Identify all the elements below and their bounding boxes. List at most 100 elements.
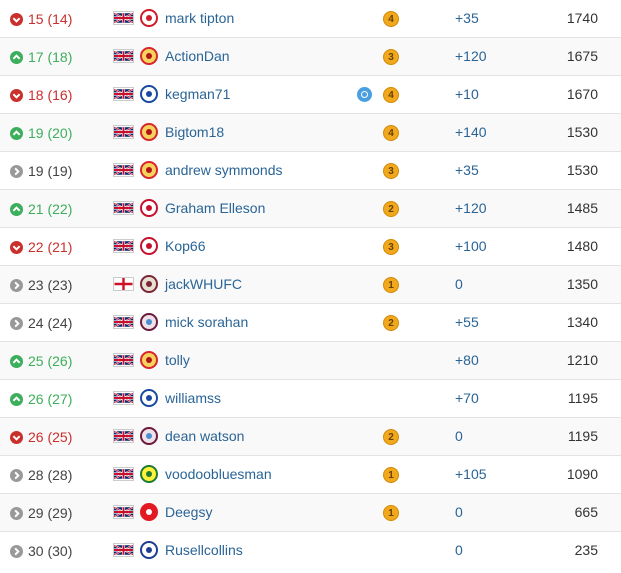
position-text: 17 (18) xyxy=(28,49,73,65)
uk-flag-icon xyxy=(113,353,134,367)
total-points: 1090 xyxy=(566,466,598,482)
total-points: 1480 xyxy=(566,238,598,254)
position-text: 26 (27) xyxy=(28,391,73,407)
player-name-link[interactable]: Kop66 xyxy=(165,238,205,254)
gameweek-points-link[interactable]: +105 xyxy=(455,466,487,482)
table-row: 21 (22) Graham Elleson 2 +120 1485 xyxy=(0,189,621,227)
player-name-link[interactable]: mick sorahan xyxy=(165,314,248,330)
position-text: 28 (28) xyxy=(28,467,73,483)
total-points: 1530 xyxy=(566,162,598,178)
position-text: 21 (22) xyxy=(28,201,73,217)
position-movement: 21 (22) xyxy=(10,201,72,217)
table-row: 29 (29) Deegsy 1 0 665 xyxy=(0,493,621,531)
uk-flag-icon xyxy=(113,391,134,405)
uk-flag-icon xyxy=(113,429,134,443)
gameweek-points-link[interactable]: +80 xyxy=(455,352,479,368)
gameweek-points-link[interactable]: +120 xyxy=(455,48,487,64)
player-name-link[interactable]: mark tipton xyxy=(165,10,234,26)
gameweek-points-link[interactable]: +100 xyxy=(455,238,487,254)
player-name-link[interactable]: williamss xyxy=(165,390,221,406)
total-points: 1195 xyxy=(567,390,598,406)
gameweek-points-link[interactable]: 0 xyxy=(455,428,463,444)
total-points: 1210 xyxy=(566,352,598,368)
gameweek-points-link[interactable]: 0 xyxy=(455,504,463,520)
position-movement: 18 (16) xyxy=(10,87,72,103)
total-points: 1485 xyxy=(566,200,598,216)
aston-villa-crest-icon xyxy=(140,313,158,331)
arrow-right-icon xyxy=(10,278,23,292)
man-utd-crest-icon xyxy=(140,47,158,65)
table-row: 23 (23) jackWHUFC 1 0 1350 xyxy=(0,265,621,303)
man-utd-crest-icon xyxy=(140,123,158,141)
table-row: 28 (28) voodoobluesman 1 +105 1090 xyxy=(0,455,621,493)
position-movement: 28 (28) xyxy=(10,467,72,483)
gameweek-points-link[interactable]: +120 xyxy=(455,200,487,216)
position-text: 25 (26) xyxy=(28,353,73,369)
table-row: 25 (26) tolly +80 1210 xyxy=(0,341,621,379)
table-row: 18 (16) kegman71 4 +10 1670 xyxy=(0,75,621,113)
gameweek-points-link[interactable]: +140 xyxy=(455,124,487,140)
position-movement: 17 (18) xyxy=(10,49,72,65)
uk-flag-icon xyxy=(113,505,134,519)
chip-icon xyxy=(357,87,372,102)
medal-badge-icon: 1 xyxy=(383,505,399,521)
gameweek-points-link[interactable]: +35 xyxy=(455,162,479,178)
medal-badge-icon: 3 xyxy=(383,239,399,255)
medal-badge-icon: 4 xyxy=(383,125,399,141)
position-movement: 26 (25) xyxy=(10,429,72,445)
position-movement: 25 (26) xyxy=(10,353,72,369)
position-movement: 19 (19) xyxy=(10,163,72,179)
player-name-link[interactable]: andrew symmonds xyxy=(165,162,283,178)
position-movement: 15 (14) xyxy=(10,11,72,27)
gameweek-points-link[interactable]: 0 xyxy=(455,542,463,558)
medal-badge-icon: 2 xyxy=(383,315,399,331)
player-name-link[interactable]: Bigtom18 xyxy=(165,124,224,140)
position-text: 29 (29) xyxy=(28,505,73,521)
gameweek-points-link[interactable]: +10 xyxy=(455,86,479,102)
player-name-link[interactable]: Deegsy xyxy=(165,504,212,520)
position-text: 24 (24) xyxy=(28,315,73,331)
gameweek-points-link[interactable]: +70 xyxy=(455,390,479,406)
player-name-link[interactable]: dean watson xyxy=(165,428,244,444)
arrow-right-icon xyxy=(10,164,23,178)
uk-flag-icon xyxy=(113,163,134,177)
gameweek-points-link[interactable]: +35 xyxy=(455,10,479,26)
liverpool-crest-icon xyxy=(140,199,158,217)
gameweek-points-link[interactable]: +55 xyxy=(455,314,479,330)
aberdeen-crest-icon xyxy=(140,503,158,521)
uk-flag-icon xyxy=(113,125,134,139)
arrow-right-icon xyxy=(10,506,23,520)
liverpool-crest-icon xyxy=(140,237,158,255)
arrow-up-icon xyxy=(10,392,23,406)
player-name-link[interactable]: tolly xyxy=(165,352,190,368)
player-name-link[interactable]: ActionDan xyxy=(165,48,230,64)
arrow-down-icon xyxy=(10,12,23,26)
position-text: 18 (16) xyxy=(28,87,73,103)
position-text: 23 (23) xyxy=(28,277,73,293)
player-name-link[interactable]: kegman71 xyxy=(165,86,230,102)
arrow-up-icon xyxy=(10,354,23,368)
arrow-down-icon xyxy=(10,430,23,444)
uk-flag-icon xyxy=(113,239,134,253)
total-points: 665 xyxy=(574,504,598,520)
position-text: 15 (14) xyxy=(28,11,73,27)
norwich-crest-icon xyxy=(140,465,158,483)
medal-badge-icon: 2 xyxy=(383,201,399,217)
player-name-link[interactable]: Graham Elleson xyxy=(165,200,265,216)
position-text: 19 (19) xyxy=(28,163,73,179)
player-name-link[interactable]: jackWHUFC xyxy=(165,276,242,292)
chelsea-crest-icon xyxy=(140,389,158,407)
player-name-link[interactable]: voodoobluesman xyxy=(165,466,272,482)
total-points: 1195 xyxy=(567,428,598,444)
position-text: 22 (21) xyxy=(28,239,73,255)
total-points: 1675 xyxy=(566,48,598,64)
gameweek-points-link[interactable]: 0 xyxy=(455,276,463,292)
table-row: 30 (30) Rusellcollins 0 235 xyxy=(0,531,621,569)
position-movement: 23 (23) xyxy=(10,277,72,293)
uk-flag-icon xyxy=(113,315,134,329)
position-movement: 24 (24) xyxy=(10,315,72,331)
arrow-up-icon xyxy=(10,202,23,216)
player-name-link[interactable]: Rusellcollins xyxy=(165,542,243,558)
west-ham-crest-icon xyxy=(140,275,158,293)
uk-flag-icon xyxy=(113,201,134,215)
